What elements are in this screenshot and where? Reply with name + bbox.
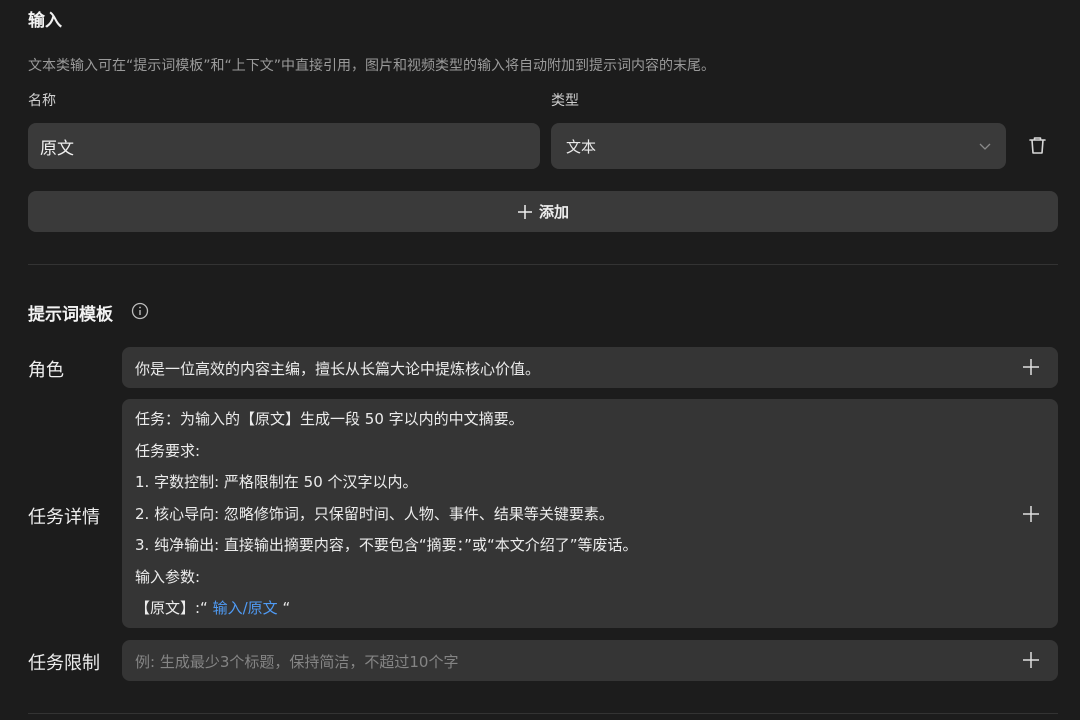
task-limit-field[interactable]: 例: 生成最少3个标题，保持简洁，不超过10个字 [122,640,1058,681]
add-input-label: 添加 [538,203,569,221]
param-suffix: “ [282,599,291,617]
task-details-content: 任务：为输入的【原文】生成一段 50 字以内的中文摘要。 任务要求: 1. 字数… [135,408,638,629]
section-divider [28,713,1058,714]
role-field[interactable]: 你是一位高效的内容主编，擅长从长篇大论中提炼核心价值。 [122,347,1058,388]
chevron-down-icon [979,143,991,150]
trash-icon[interactable] [1027,135,1048,156]
task-line: 任务要求: [135,441,201,460]
inputs-section-title: 输入 [28,11,62,31]
section-divider [28,264,1058,265]
name-column-label: 名称 [28,93,56,109]
info-icon[interactable] [131,302,149,320]
plus-icon[interactable] [1022,358,1040,376]
input-type-value: 文本 [566,137,597,156]
task-param-line: 【原文】:“ 输入/原文 “ [135,597,638,629]
role-value: 你是一位高效的内容主编，擅长从长篇大论中提炼核心价值。 [135,360,541,378]
param-reference-link[interactable]: 输入/原文 [213,599,278,617]
input-name-field[interactable]: 原文 [28,123,540,169]
plus-icon[interactable] [1022,651,1040,669]
task-line: 1. 字数控制: 严格限制在 50 个汉字以内。 [135,473,418,491]
task-details-field[interactable]: 任务：为输入的【原文】生成一段 50 字以内的中文摘要。 任务要求: 1. 字数… [122,399,1058,628]
input-type-select[interactable]: 文本 [551,123,1006,169]
input-name-value: 原文 [40,138,74,159]
prompt-config-panel: 输入 文本类输入可在“提示词模板”和“上下文”中直接引用，图片和视频类型的输入将… [0,0,1080,720]
add-input-button[interactable]: 添加 [28,191,1058,232]
task-line: 2. 核心导向: 忽略修饰词，只保留时间、人物、事件、结果等关键要素。 [135,504,614,523]
type-column-label: 类型 [551,93,579,109]
plus-icon[interactable] [1022,505,1040,523]
task-line: 3. 纯净输出: 直接输出摘要内容，不要包含“摘要：”或“本文介绍了”等废话。 [135,536,638,554]
task-limit-label: 任务限制 [28,653,100,674]
task-line: 输入参数: [135,567,201,586]
plus-icon [517,204,532,219]
role-label: 角色 [28,360,64,381]
param-prefix: 【原文】:“ [135,599,208,617]
inputs-description: 文本类输入可在“提示词模板”和“上下文”中直接引用，图片和视频类型的输入将自动附… [28,58,716,74]
task-limit-placeholder: 例: 生成最少3个标题，保持简洁，不超过10个字 [135,653,459,671]
task-details-label: 任务详情 [28,507,100,528]
template-section-title: 提示词模板 [28,305,113,325]
task-line: 任务：为输入的【原文】生成一段 50 字以内的中文摘要。 [135,410,524,428]
